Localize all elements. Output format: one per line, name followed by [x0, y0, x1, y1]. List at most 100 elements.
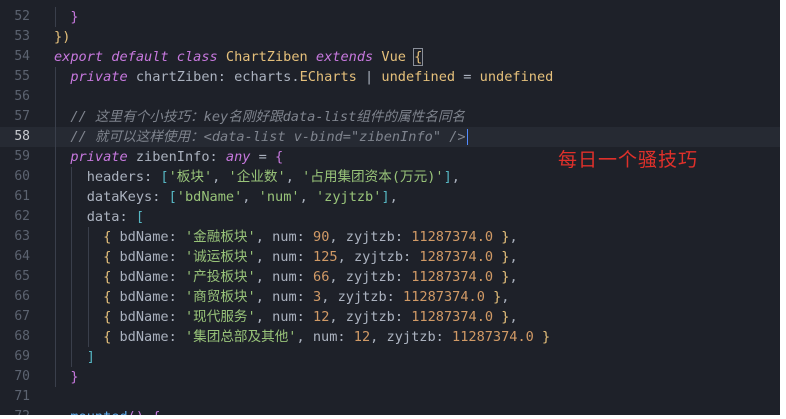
line-number: 58 — [14, 129, 30, 144]
annotation-text: 每日一个骚技巧 — [558, 149, 699, 171]
code-token: '企业数' — [228, 169, 286, 185]
code-line[interactable]: 52 } — [0, 7, 780, 27]
code-text: headers: ['板块', '企业数', '占用集团资本(万元)'], — [54, 167, 460, 187]
bottom-edge — [0, 415, 786, 419]
code-token: , — [451, 169, 460, 185]
code-line[interactable]: 61 dataKeys: ['bdName', 'num', 'zyjtzb']… — [0, 187, 780, 207]
code-token: private — [70, 149, 128, 165]
code-line[interactable]: 63 { bdName: '金融板块', num: 90, zyjtzb: 11… — [0, 227, 780, 247]
code-line[interactable]: 53}) — [0, 27, 780, 47]
code-token: ] — [443, 169, 452, 185]
code-line[interactable]: 70 } — [0, 367, 780, 387]
code-token: 'bdName' — [176, 189, 243, 205]
text-cursor — [466, 129, 469, 145]
code-line[interactable]: 72 mounted() { — [0, 407, 780, 415]
code-line[interactable]: 65 { bdName: '产投板块', num: 66, zyjtzb: 11… — [0, 267, 780, 287]
code-line[interactable]: 64 { bdName: '诚运板块', num: 125, zyjtzb: 1… — [0, 247, 780, 267]
code-token: bdName: — [111, 269, 185, 285]
code-token: 11287374.0 — [411, 229, 494, 245]
code-token: // 这里有个小技巧：key名刚好跟data-list组件的属性名同名 — [70, 109, 466, 125]
code-token: , num: — [255, 269, 314, 285]
code-token: bdName: — [111, 249, 185, 265]
code-text: mounted() { — [54, 407, 160, 415]
code-line[interactable]: 68 { bdName: '集团总部及其他', num: 12, zyjtzb:… — [0, 327, 780, 347]
code-token: , — [509, 229, 518, 245]
code-token: : — [144, 169, 161, 185]
line-number: 55 — [14, 69, 30, 84]
code-token: // 就可以这样使用：<data-list v-bind="zibenInfo"… — [70, 129, 466, 145]
code-token: 11287374.0 — [452, 329, 534, 345]
line-number: 61 — [14, 189, 30, 204]
code-token: , zyjtzb: — [329, 309, 412, 325]
code-token: : — [209, 149, 226, 165]
code-text: ] — [54, 347, 95, 367]
line-number: 53 — [14, 29, 30, 44]
code-token: bdName: — [111, 229, 185, 245]
code-line[interactable]: 71 — [0, 387, 780, 407]
code-line[interactable]: 66 { bdName: '商贸板块', num: 3, zyjtzb: 112… — [0, 287, 780, 307]
line-number: 66 — [14, 289, 30, 304]
line-number: 54 — [14, 49, 30, 64]
code-token: : — [119, 209, 136, 225]
code-token: } — [70, 369, 79, 385]
code-line[interactable]: 62 data: [ — [0, 207, 780, 227]
code-token: } — [70, 9, 79, 25]
code-token: , num: — [255, 309, 314, 325]
code-line[interactable]: 69 ] — [0, 347, 780, 367]
code-token: , — [509, 249, 518, 265]
code-token: 11287374.0 — [411, 309, 494, 325]
code-token: Vue — [381, 49, 406, 65]
code-token: = — [250, 149, 276, 165]
code-token: 'zyjtzb' — [315, 189, 382, 205]
line-number: 63 — [14, 229, 30, 244]
code-token: '金融板块' — [184, 229, 256, 245]
code-token: 11287374.0 — [403, 289, 485, 305]
code-token: ) — [62, 29, 71, 45]
code-token: '占用集团资本(万元)' — [302, 169, 444, 185]
code-token: '诚运板块' — [184, 249, 256, 265]
line-number: 60 — [14, 169, 30, 184]
indent-guide — [55, 87, 56, 107]
code-editor[interactable]: 52 } 53}) 54 export default class ChartZibe… — [0, 0, 780, 415]
code-line[interactable]: 67 { bdName: '现代服务', num: 12, zyjtzb: 11… — [0, 307, 780, 327]
code-token: , zyjtzb: — [337, 249, 420, 265]
code-text: { bdName: '集团总部及其他', num: 12, zyjtzb: 11… — [54, 327, 550, 347]
code-text: { bdName: '金融板块', num: 90, zyjtzb: 11287… — [54, 227, 518, 247]
code-token: export — [54, 49, 104, 65]
code-token: extends — [315, 49, 374, 65]
code-text: // 就可以这样使用：<data-list v-bind="zibenInfo"… — [54, 127, 469, 147]
code-token: class — [176, 49, 218, 65]
code-token: , — [389, 189, 398, 205]
code-line[interactable]: 58 // 就可以这样使用：<data-list v-bind="zibenIn… — [0, 127, 780, 147]
line-number: 70 — [14, 369, 30, 384]
line-number: 69 — [14, 349, 30, 364]
code-token: dataKeys — [86, 189, 153, 205]
code-token: : — [152, 189, 169, 205]
code-token: . — [291, 69, 300, 85]
code-token: ] — [86, 349, 95, 365]
code-line[interactable]: 55 private chartZiben: echarts.ECharts |… — [0, 67, 780, 87]
code-token: default — [111, 49, 169, 65]
code-token: : — [217, 69, 235, 85]
code-token: chartZiben — [135, 69, 218, 85]
code-token: , zyjtzb: — [329, 229, 412, 245]
code-line[interactable]: 54 export default class ChartZiben extend… — [0, 47, 780, 67]
code-token: , — [212, 169, 229, 185]
code-token: 'num' — [258, 189, 300, 205]
code-line[interactable]: 56 — [0, 87, 780, 107]
code-token: } — [54, 29, 63, 45]
code-line[interactable]: 57 // 这里有个小技巧：key名刚好跟data-list组件的属性名同名 — [0, 107, 780, 127]
line-number: 68 — [14, 329, 30, 344]
code-token: , num: — [296, 329, 354, 345]
